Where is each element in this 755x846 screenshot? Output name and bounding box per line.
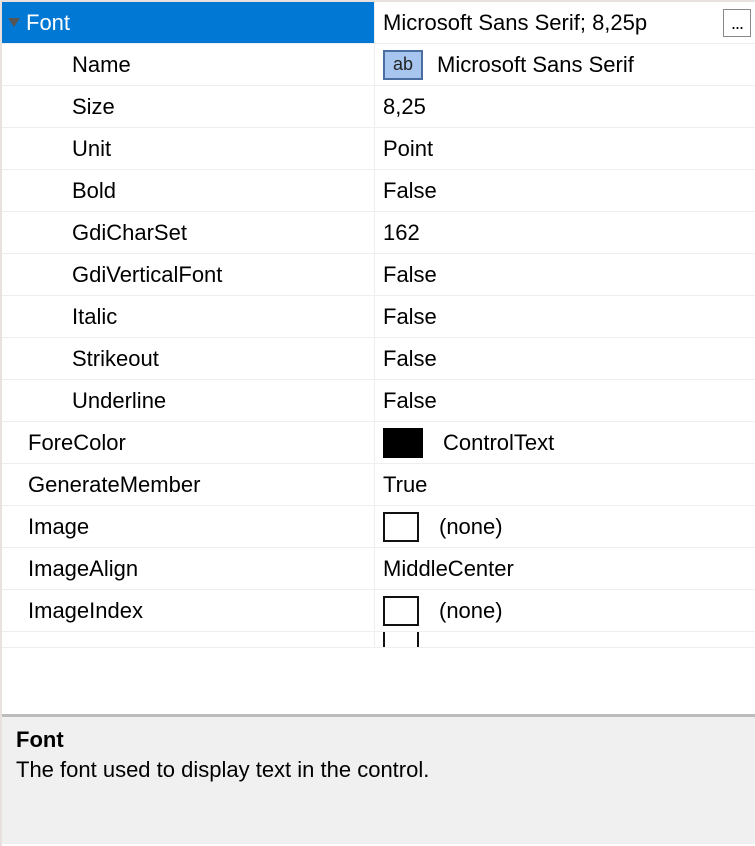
property-value-image[interactable]: (none): [375, 506, 755, 547]
property-grid-panel: Font Microsoft Sans Serif; 8,25p ... Nam…: [0, 0, 755, 846]
property-grid: Font Microsoft Sans Serif; 8,25p ... Nam…: [2, 2, 755, 648]
property-row-underline[interactable]: Underline False: [2, 380, 755, 422]
property-value-name[interactable]: ab Microsoft Sans Serif: [375, 44, 755, 85]
property-imagealign-label: ImageAlign: [24, 556, 138, 582]
property-italic-label: Italic: [24, 304, 117, 330]
property-name-font: Font: [24, 10, 70, 36]
property-value-forecolor[interactable]: ControlText: [375, 422, 755, 463]
property-value-underline[interactable]: False: [375, 380, 755, 421]
property-row-image[interactable]: Image (none): [2, 506, 755, 548]
property-row-forecolor[interactable]: ForeColor ControlText: [2, 422, 755, 464]
property-imageindex-label: ImageIndex: [24, 598, 143, 624]
property-row-strikeout[interactable]: Strikeout False: [2, 338, 755, 380]
property-underline-label: Underline: [24, 388, 166, 414]
image-swatch-icon: [383, 596, 419, 626]
property-image-label: Image: [24, 514, 89, 540]
chevron-down-icon: [8, 18, 20, 27]
property-value-gdicharset[interactable]: 162: [375, 212, 755, 253]
property-unit-label: Unit: [24, 136, 111, 162]
property-value-imageindex[interactable]: (none): [375, 590, 755, 631]
property-gdicharset-label: GdiCharSet: [24, 220, 187, 246]
property-row-font[interactable]: Font Microsoft Sans Serif; 8,25p ...: [2, 2, 755, 44]
property-row-imageindex[interactable]: ImageIndex (none): [2, 590, 755, 632]
property-row-name[interactable]: Name ab Microsoft Sans Serif: [2, 44, 755, 86]
expand-toggle-font[interactable]: [2, 18, 24, 27]
property-forecolor-label: ForeColor: [24, 430, 126, 456]
property-value-size[interactable]: 8,25: [375, 86, 755, 127]
property-row-imagealign[interactable]: ImageAlign MiddleCenter: [2, 548, 755, 590]
property-value-font[interactable]: Microsoft Sans Serif; 8,25p ...: [375, 2, 755, 43]
property-value-generatemember[interactable]: True: [375, 464, 755, 505]
property-bold-label: Bold: [24, 178, 116, 204]
property-row-gdicharset[interactable]: GdiCharSet 162: [2, 212, 755, 254]
property-value-gdiverticalfont[interactable]: False: [375, 254, 755, 295]
property-row-cutoff[interactable]: [2, 632, 755, 648]
property-gdiverticalfont-label: GdiVerticalFont: [24, 262, 222, 288]
image-swatch-icon: [383, 512, 419, 542]
property-row-generatemember[interactable]: GenerateMember True: [2, 464, 755, 506]
property-size-label: Size: [24, 94, 115, 120]
description-panel: Font The font used to display text in th…: [2, 714, 755, 844]
property-value-italic[interactable]: False: [375, 296, 755, 337]
font-dialog-button[interactable]: ...: [723, 9, 751, 37]
property-row-unit[interactable]: Unit Point: [2, 128, 755, 170]
description-text: The font used to display text in the con…: [16, 757, 741, 783]
property-name-label: Name: [24, 52, 131, 78]
property-value-imagealign[interactable]: MiddleCenter: [375, 548, 755, 589]
property-row-size[interactable]: Size 8,25: [2, 86, 755, 128]
property-generatemember-label: GenerateMember: [24, 472, 200, 498]
property-value-unit[interactable]: Point: [375, 128, 755, 169]
font-sample-icon: ab: [383, 50, 423, 80]
property-row-gdiverticalfont[interactable]: GdiVerticalFont False: [2, 254, 755, 296]
property-strikeout-label: Strikeout: [24, 346, 159, 372]
property-row-italic[interactable]: Italic False: [2, 296, 755, 338]
property-value-strikeout[interactable]: False: [375, 338, 755, 379]
description-title: Font: [16, 727, 741, 753]
image-swatch-icon: [383, 632, 419, 647]
color-swatch-icon: [383, 428, 423, 458]
property-value-bold[interactable]: False: [375, 170, 755, 211]
property-row-bold[interactable]: Bold False: [2, 170, 755, 212]
